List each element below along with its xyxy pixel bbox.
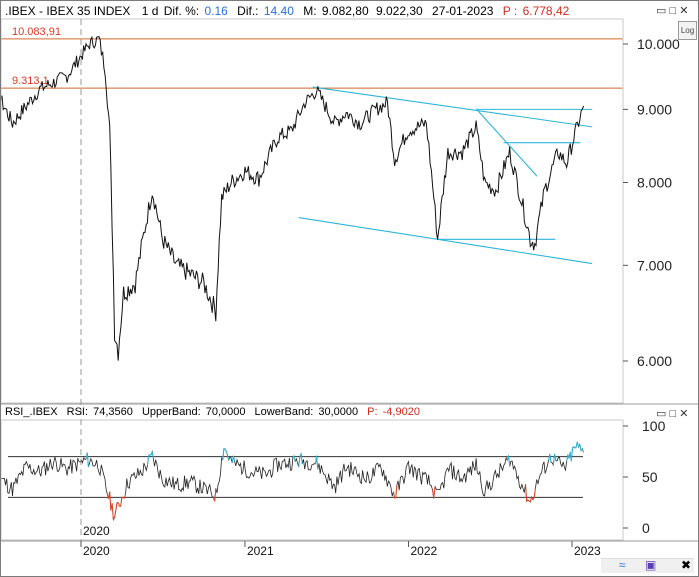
- year-marker-label: 2020: [83, 524, 110, 538]
- rsi-name: RSI_.IBEX: [5, 406, 58, 418]
- rsi-overbought-segment: [86, 452, 89, 468]
- trendline[interactable]: [312, 86, 593, 128]
- rsi-overbought-segment: [579, 444, 582, 451]
- price-plot-frame: [1, 18, 624, 404]
- rsi-overbought-segment: [300, 453, 303, 465]
- lower-band-label: LowerBand:: [254, 406, 314, 418]
- price-tick-label: 9.000: [637, 101, 672, 117]
- rsi-overbought-segment: [572, 446, 575, 449]
- rsi-overbought-segment: [222, 448, 225, 460]
- bottom-toolbar: ≈ ▣ ✖: [601, 558, 694, 573]
- rsi-series-line: [1, 441, 584, 521]
- close-icon[interactable]: ✕: [679, 408, 688, 420]
- rsi-oversold-segment: [395, 484, 398, 498]
- rsi-oversold-segment: [527, 499, 530, 502]
- chart-type-icon[interactable]: ≈: [619, 558, 626, 572]
- rsi-overbought-segment: [227, 455, 230, 460]
- rsi-overbought-segment: [298, 456, 301, 467]
- rsi-oversold-segment: [111, 503, 114, 520]
- time-tick-label: 2020: [83, 544, 110, 558]
- rsi-plot-frame: [1, 419, 624, 541]
- time-tick-label: 2022: [410, 544, 437, 558]
- rsi-tick-label: 0: [642, 520, 650, 536]
- price-tick-label: 7.000: [637, 257, 672, 273]
- rsi-oversold-segment: [109, 491, 112, 511]
- rsi-p-value: -4,9020: [382, 406, 420, 418]
- rsi-overbought-segment: [151, 451, 154, 459]
- upper-band-label: UpperBand:: [141, 406, 201, 418]
- price-tick-label: 8.000: [637, 174, 672, 190]
- maximize-icon[interactable]: □: [669, 408, 676, 420]
- lower-band-value: 30,0000: [318, 406, 359, 418]
- trendline[interactable]: [298, 217, 593, 265]
- rsi-oversold-segment: [433, 486, 436, 499]
- price-tick-label: 10.000: [637, 36, 680, 52]
- rsi-oversold-segment: [117, 502, 120, 507]
- chart-window: .IBEX - IBEX 35 INDEX 1 d Dif. %: 0.16 D…: [0, 0, 699, 577]
- rsi-overbought-segment: [316, 455, 319, 470]
- rsi-oversold-segment: [121, 496, 124, 499]
- price-tick-label: 6.000: [637, 353, 672, 369]
- time-tick-label: 2023: [574, 544, 601, 558]
- close-panel-icon[interactable]: ✖: [681, 558, 691, 572]
- rsi-header: RSI_.IBEX RSI: 74,3560 UpperBand: 70,000…: [5, 406, 422, 418]
- price-chart: 10.083,91 9.313,1 10.000 9.000 8.000 7.000 6.…: [1, 18, 698, 558]
- rsi-oversold-segment: [533, 487, 536, 498]
- rsi-value: 74,3560: [93, 406, 133, 418]
- time-tick-label: 2021: [247, 544, 274, 558]
- rsi-tick-label: 100: [642, 418, 666, 434]
- save-icon[interactable]: ▣: [645, 558, 656, 572]
- rsi-overbought-segment: [148, 454, 151, 456]
- rsi-overbought-segment: [549, 453, 552, 463]
- rsi-label: RSI:: [66, 406, 89, 418]
- rsi-oversold-segment: [114, 510, 117, 518]
- rsi-overbought-segment: [224, 448, 227, 452]
- rsi-overbought-segment: [576, 441, 580, 448]
- rsi-oversold-segment: [214, 488, 217, 502]
- rsi-tick-label: 50: [642, 469, 658, 485]
- restore-icon[interactable]: ▭: [656, 408, 666, 420]
- rsi-window-buttons: ▭ □ ✕: [656, 407, 688, 420]
- trendline[interactable]: [477, 110, 538, 177]
- rsi-overbought-segment: [570, 447, 574, 462]
- rsi-overbought-segment: [225, 451, 228, 456]
- rsi-oversold-segment: [115, 502, 118, 511]
- rsi-oversold-segment: [120, 497, 123, 507]
- price-series-line: [1, 35, 585, 361]
- rsi-p-label: P:: [367, 406, 378, 418]
- resistance-label: 9.313,1: [12, 75, 49, 87]
- rsi-overbought-segment: [554, 453, 557, 461]
- resistance-label: 10.083,91: [12, 26, 61, 38]
- rsi-overbought-segment: [581, 448, 585, 453]
- upper-band-value: 70,0000: [205, 406, 246, 418]
- rsi-oversold-segment: [524, 484, 528, 502]
- rsi-overbought-segment: [573, 446, 576, 449]
